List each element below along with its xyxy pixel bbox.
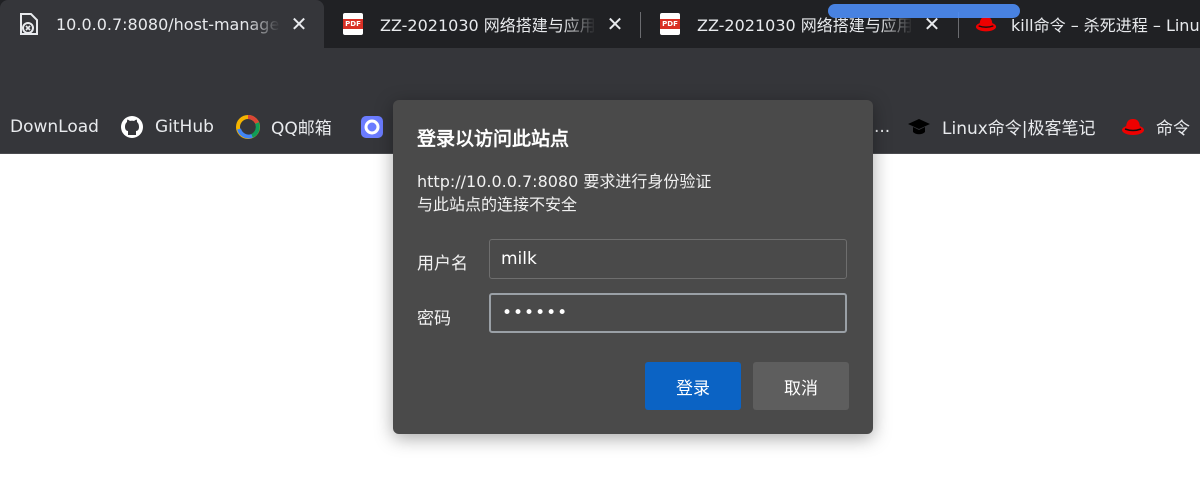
tab-title: 10.0.0.7:8080/host-manager bbox=[56, 14, 280, 34]
bookmark-download[interactable]: DownLoad bbox=[10, 100, 99, 153]
bookmark-label: ... bbox=[874, 116, 891, 137]
close-icon[interactable]: ✕ bbox=[604, 12, 626, 36]
bookmark-label: 命令 bbox=[1156, 119, 1190, 139]
github-icon bbox=[120, 115, 144, 139]
tab-title: kill命令 – 杀死进程 – Linux bbox=[1011, 16, 1200, 35]
pdf-icon: PDF bbox=[659, 13, 681, 35]
tab-strip: 10.0.0.7:8080/host-manager ✕ PDF ZZ-2021… bbox=[0, 0, 1200, 48]
tab-title: ZZ-2021030 网络搭建与应用 bbox=[380, 16, 596, 35]
bookmark-command[interactable]: 命令 bbox=[1121, 100, 1190, 153]
auth-dialog: 登录以访问此站点 http://10.0.0.7:8080 要求进行身份验证 与… bbox=[393, 100, 873, 434]
dialog-message: http://10.0.0.7:8080 要求进行身份验证 与此站点的连接不安全 bbox=[417, 170, 711, 216]
address-toolbar bbox=[0, 48, 1200, 100]
username-field[interactable] bbox=[489, 239, 847, 279]
dialog-title: 登录以访问此站点 bbox=[417, 128, 570, 150]
username-label: 用户名 bbox=[417, 254, 468, 274]
bookmark-github[interactable]: GitHub bbox=[120, 100, 214, 153]
bookmark-circle-app[interactable] bbox=[360, 100, 395, 153]
tab-host-manager[interactable]: 10.0.0.7:8080/host-manager ✕ bbox=[0, 0, 324, 48]
graduation-cap-icon bbox=[907, 115, 931, 139]
login-button[interactable]: 登录 bbox=[645, 362, 741, 410]
circle-app-icon bbox=[360, 115, 384, 139]
bookmark-label: DownLoad bbox=[10, 116, 99, 137]
bookmark-linux-commands[interactable]: Linux命令|极客笔记 bbox=[907, 100, 1096, 153]
insecure-connection-text: 与此站点的连接不安全 bbox=[417, 195, 578, 214]
tab-pdf-1[interactable]: PDF ZZ-2021030 网络搭建与应用 ✕ bbox=[324, 0, 640, 48]
bookmark-label: GitHub bbox=[155, 116, 214, 137]
redhat-icon bbox=[1121, 115, 1145, 139]
qqmail-icon bbox=[236, 114, 260, 139]
password-field[interactable]: •••••• bbox=[489, 293, 847, 333]
password-label: 密码 bbox=[417, 309, 451, 329]
page-error-icon bbox=[18, 13, 40, 35]
bookmark-label: Linux命令|极客笔记 bbox=[942, 119, 1096, 139]
auth-request-text: http://10.0.0.7:8080 要求进行身份验证 bbox=[417, 172, 712, 191]
bookmark-overflow-label[interactable]: ... bbox=[874, 100, 890, 153]
bookmark-qqmail[interactable]: QQ邮箱 bbox=[236, 100, 332, 153]
pdf-icon: PDF bbox=[342, 13, 364, 35]
pdf-badge: PDF bbox=[660, 19, 680, 29]
bookmark-label: QQ邮箱 bbox=[271, 119, 332, 139]
pdf-badge: PDF bbox=[343, 19, 363, 29]
loading-indicator bbox=[828, 4, 1020, 18]
close-icon[interactable]: ✕ bbox=[288, 12, 310, 36]
cancel-button[interactable]: 取消 bbox=[753, 362, 849, 410]
